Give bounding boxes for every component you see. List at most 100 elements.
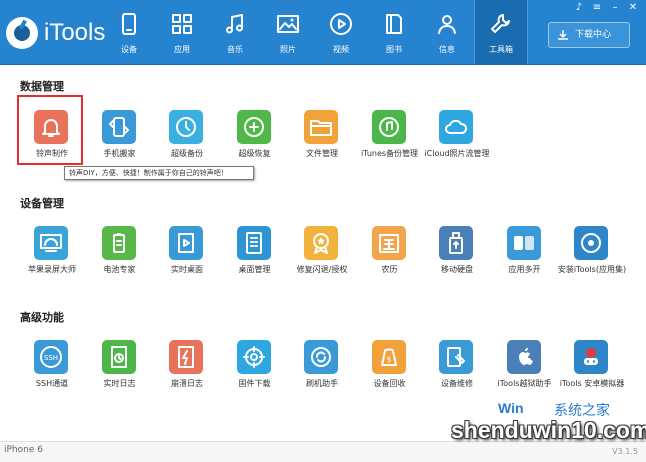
tool-tile-label: 超级备份 [171, 149, 203, 158]
itools-logo-icon [6, 17, 38, 49]
svg-text:SSH: SSH [44, 354, 58, 362]
nav-tab-4[interactable]: 视频 [315, 0, 367, 64]
section-title-advanced: 高级功能 [20, 311, 64, 324]
nav-tab-label: 工具箱 [489, 45, 513, 54]
tool-tile-label: 修复闪退/授权 [296, 265, 348, 274]
tool-repair-wrench[interactable]: 设备维修 [423, 338, 491, 396]
tool-tile-label: 移动硬盘 [441, 265, 473, 274]
nav-tab-label: 音乐 [227, 45, 243, 54]
tool-install-itools[interactable]: 安装iTools(应用集) [558, 224, 626, 282]
tool-restore-plus[interactable]: 超级恢复 [221, 108, 289, 166]
tool-android-emulator[interactable]: iTools 安卓模拟器 [558, 338, 626, 396]
minimize-icon[interactable]: – [608, 2, 622, 14]
tool-tile-label: iCloud照片流管理 [424, 149, 490, 158]
close-icon[interactable]: ✕ [626, 2, 640, 14]
nav-tab-2[interactable]: 音乐 [209, 0, 261, 64]
tool-realtime-log[interactable]: 实时日志 [86, 338, 154, 396]
nav-tab-label: 应用 [174, 45, 190, 54]
device-recycle-icon: $ [380, 348, 397, 366]
tool-itunes-backup[interactable]: iTunes备份管理 [356, 108, 424, 166]
tool-apple[interactable]: iTools越狱助手 [491, 338, 559, 396]
install-itools-icon [581, 233, 601, 253]
tool-firmware-gear[interactable]: 固件下载 [221, 338, 289, 396]
tool-tile-label: 手机搬家 [103, 149, 136, 158]
tool-tile-icon [439, 226, 473, 260]
tool-tile-icon [101, 226, 136, 260]
video-play-icon [330, 13, 352, 35]
tool-tile-label: iTunes备份管理 [360, 149, 419, 158]
usb-drive-icon [449, 232, 463, 254]
tool-tile-icon [101, 110, 136, 144]
user-info-icon [438, 15, 456, 34]
download-icon [558, 30, 568, 40]
app-name: iTools [44, 19, 106, 46]
tool-tile-label: 桌面管理 [238, 265, 271, 274]
tool-tile-icon: $ [371, 340, 406, 374]
tool-battery[interactable]: 电池专家 [86, 224, 154, 282]
tool-usb-drive[interactable]: 移动硬盘 [423, 224, 491, 282]
tool-tile-icon [169, 340, 203, 374]
multi-app-icon [513, 236, 534, 250]
tool-live-desktop[interactable]: 实时桌面 [153, 224, 221, 282]
section-title-data: 数据管理 [20, 80, 64, 93]
tool-device-recycle[interactable]: $ 设备回收 [356, 338, 424, 396]
tool-tile-icon [169, 226, 203, 260]
tool-backup-clock[interactable]: 超级备份 [153, 108, 221, 166]
device-name[interactable]: iPhone 6 [4, 445, 43, 455]
tool-tile-icon [574, 340, 608, 374]
tool-tile-label: 文件管理 [306, 149, 338, 158]
tool-multi-app[interactable]: 应用多开 [491, 224, 559, 282]
battery-icon [112, 233, 125, 253]
section-title-device: 设备管理 [20, 197, 64, 210]
tool-tile-label: 实时日志 [103, 379, 136, 388]
skin-icon[interactable]: ♪ [572, 2, 586, 14]
realtime-log-icon [110, 346, 127, 368]
firmware-gear-icon [242, 346, 265, 368]
menu-icon[interactable]: ≡ [590, 2, 604, 14]
backup-clock-icon [176, 117, 196, 137]
photo-icon [277, 15, 299, 33]
toolbox-icon [491, 14, 510, 33]
watermark-win: Win [498, 400, 524, 416]
tool-ssh[interactable]: SSH SSH通道 [18, 338, 86, 396]
download-center-button[interactable]: 下载中心 [548, 22, 630, 48]
tool-crash-log[interactable]: 崩溃日志 [153, 338, 221, 396]
tool-tile-icon [236, 110, 271, 144]
tool-screen-cast[interactable]: 苹果录屏大师 [18, 224, 86, 282]
tool-desktop-grid[interactable]: 桌面管理 [221, 224, 289, 282]
nav-tab-1[interactable]: 应用 [156, 0, 208, 64]
tool-repair-badge[interactable]: 修复闪退/授权 [288, 224, 356, 282]
top-toolbar: iTools 设备 应用 音乐 照片 视频 图书 信息 工具箱 ♪ ≡ – ✕ 下载中心 [0, 0, 646, 65]
nav-tab-label: 信息 [439, 45, 455, 54]
tool-tile-label: 设备维修 [441, 379, 473, 388]
tool-tile-icon [34, 226, 68, 260]
tool-phone-transfer[interactable]: 手机搬家 [86, 108, 154, 166]
tool-tile-icon [236, 340, 271, 374]
tool-tile-icon [304, 226, 338, 260]
tool-folder[interactable]: 文件管理 [288, 108, 356, 166]
tool-tile-label: iTools 安卓模拟器 [559, 379, 625, 388]
tool-tile-label: 超级恢复 [238, 149, 271, 158]
music-note-icon [226, 14, 243, 34]
flash-assistant-icon [311, 347, 331, 367]
phone-transfer-icon [108, 117, 129, 137]
nav-tab-6[interactable]: 信息 [421, 0, 473, 64]
tool-tile-icon [439, 110, 473, 144]
nav-tab-5[interactable]: 图书 [368, 0, 420, 64]
tool-tile-icon [506, 340, 541, 374]
tool-tile-icon [236, 226, 271, 260]
tool-lunar-calendar[interactable]: 农历 [356, 224, 424, 282]
svg-text:$: $ [386, 355, 391, 364]
nav-tab-3[interactable]: 照片 [262, 0, 314, 64]
main-nav: 设备 应用 音乐 照片 视频 图书 信息 工具箱 [103, 0, 529, 64]
nav-tab-0[interactable]: 设备 [103, 0, 155, 64]
tool-cloud[interactable]: iCloud照片流管理 [423, 108, 491, 166]
tool-tile-label: 电池专家 [103, 265, 136, 274]
tool-flash-assistant[interactable]: 刷机助手 [288, 338, 356, 396]
tool-tile-icon [506, 226, 541, 260]
desktop-grid-icon [245, 232, 262, 254]
tool-tile-icon [304, 110, 338, 144]
nav-tab-7[interactable]: 工具箱 [474, 0, 528, 64]
screen-cast-icon [40, 234, 62, 252]
crash-log-icon [178, 346, 194, 368]
